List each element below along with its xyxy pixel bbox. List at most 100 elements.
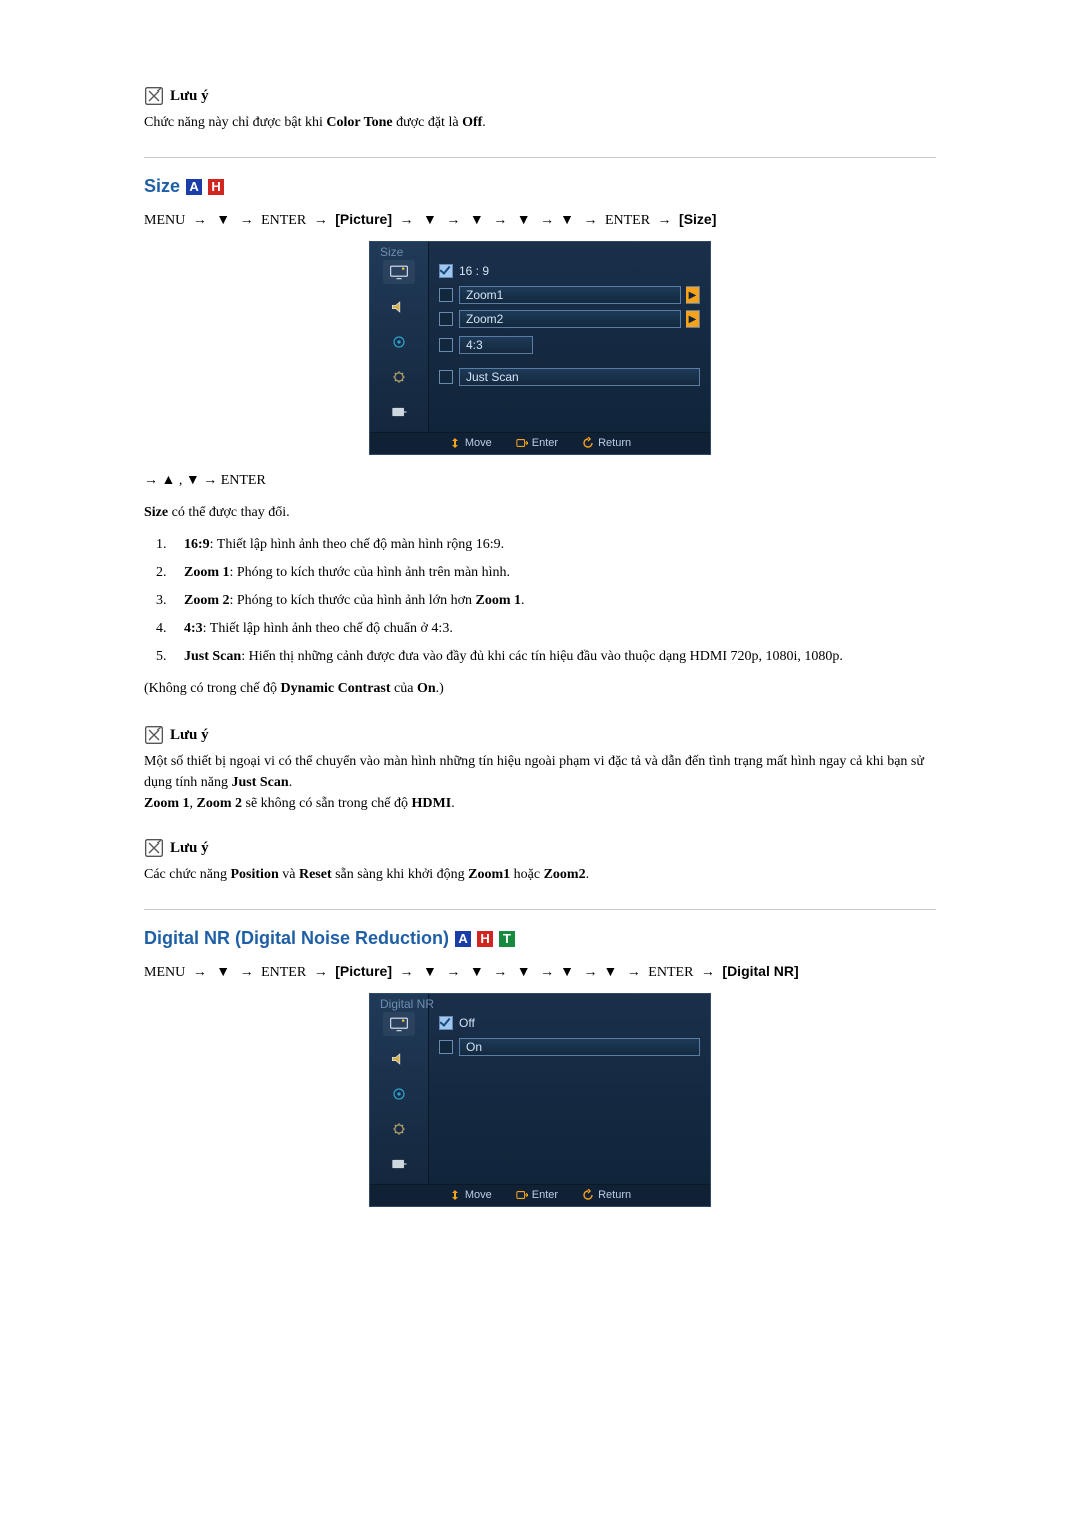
down-icon: ▼ xyxy=(468,213,486,228)
text-bold: Zoom 1 xyxy=(476,593,522,608)
osd-more-icon[interactable]: ▶ xyxy=(686,310,700,328)
osd-check-off-icon xyxy=(439,1040,453,1054)
menu-step: ENTER xyxy=(261,965,306,980)
osd-check-on-icon xyxy=(439,1016,453,1030)
down-icon: ▼ xyxy=(558,965,576,980)
arrow-icon: → xyxy=(442,213,464,228)
osd-side-nav xyxy=(370,242,429,432)
down-icon: ▼ xyxy=(468,965,486,980)
osd-footer-label: Return xyxy=(598,437,631,449)
item-name: Zoom 2 xyxy=(184,593,230,608)
body-text: (Không có trong chế độ Dynamic Contrast … xyxy=(144,681,936,697)
section-title-size: Size A H xyxy=(144,176,936,197)
osd-side-input-icon[interactable] xyxy=(383,400,415,424)
osd-side-channel-icon[interactable] xyxy=(383,1082,415,1106)
item-name: Just Scan xyxy=(184,649,241,664)
text-bold: Reset xyxy=(299,867,332,882)
osd-side-input-icon[interactable] xyxy=(383,1152,415,1176)
osd-footer: Move Enter Return xyxy=(370,432,710,454)
text: .) xyxy=(436,681,444,696)
divider xyxy=(144,909,936,910)
osd-side-channel-icon[interactable] xyxy=(383,330,415,354)
arrow-icon: → xyxy=(536,965,558,980)
text: Chức năng này chỉ được bật khi xyxy=(144,115,326,130)
item-desc: : Phóng to kích thước của hình ảnh lớn h… xyxy=(230,593,476,608)
osd-panel-size: Size xyxy=(369,241,711,455)
down-icon: ▼ xyxy=(601,965,619,980)
text: được đặt là xyxy=(393,115,462,130)
down-icon: ▼ xyxy=(558,213,576,228)
item-desc: : Hiển thị những cảnh được đưa vào đầy đ… xyxy=(241,649,843,664)
osd-option-row[interactable]: Zoom2 ▶ xyxy=(439,310,700,328)
arrow-icon: → xyxy=(189,965,211,980)
osd-option-row[interactable]: On xyxy=(439,1038,700,1056)
osd-footer-label: Enter xyxy=(532,437,558,449)
text: . xyxy=(586,867,590,882)
text: Các chức năng xyxy=(144,867,231,882)
text: của xyxy=(391,681,417,696)
menu-step: ENTER xyxy=(261,213,306,228)
text-bold: Color Tone xyxy=(326,115,392,130)
osd-side-picture-icon[interactable] xyxy=(383,1012,415,1036)
osd-option-row[interactable]: 16 : 9 xyxy=(439,262,700,280)
mode-badge-a: A xyxy=(455,931,471,947)
osd-more-icon[interactable]: ▶ xyxy=(686,286,700,304)
text: (Không có trong chế độ xyxy=(144,681,280,696)
text-bold: Zoom2 xyxy=(544,867,586,882)
note-label: Lưu ý xyxy=(170,840,209,857)
text-bold: Size xyxy=(144,505,168,520)
text: . xyxy=(289,775,293,790)
down-icon: ▼ xyxy=(214,965,232,980)
osd-side-picture-icon[interactable] xyxy=(383,260,415,284)
option-list: 16:9: Thiết lập hình ảnh theo chế độ màn… xyxy=(170,537,936,665)
mode-badge-a: A xyxy=(186,179,202,195)
osd-footer-label: Move xyxy=(465,437,492,449)
text-bold: HDMI xyxy=(412,796,452,811)
osd-side-setup-icon[interactable] xyxy=(383,365,415,389)
section-title-text: Size xyxy=(144,176,180,197)
osd-options: 16 : 9 Zoom1 ▶ Zoom2 ▶ 4:3 xyxy=(429,242,710,432)
osd-option-label: Zoom1 xyxy=(459,286,681,304)
osd-panel-digital-nr: Digital NR xyxy=(369,993,711,1207)
text-bold: Zoom1 xyxy=(468,867,510,882)
note-body: Các chức năng Position và Reset sẵn sàng… xyxy=(144,864,936,885)
osd-side-sound-icon[interactable] xyxy=(383,1047,415,1071)
menu-path: MENU → ▼ → ENTER → [Picture] → ▼ → ▼ → ▼… xyxy=(144,211,936,229)
arrow-icon: → xyxy=(623,965,645,980)
text-bold: Dynamic Contrast xyxy=(280,681,390,696)
osd-side-sound-icon[interactable] xyxy=(383,295,415,319)
osd-option-label: 16 : 9 xyxy=(459,262,700,280)
body-text: Size có thể được thay đổi. xyxy=(144,505,936,521)
list-item: 16:9: Thiết lập hình ảnh theo chế độ màn… xyxy=(170,537,936,553)
osd-check-off-icon xyxy=(439,312,453,326)
text: . xyxy=(482,115,486,130)
item-name: Zoom 1 xyxy=(184,565,230,580)
arrow-icon: → xyxy=(579,213,601,228)
down-icon: ▼ xyxy=(515,965,533,980)
text-bold: On xyxy=(417,681,436,696)
osd-footer-label: Enter xyxy=(532,1189,558,1201)
mode-badge-h: H xyxy=(208,179,224,195)
note-icon xyxy=(144,838,164,858)
osd-check-on-icon xyxy=(439,264,453,278)
osd-option-row[interactable]: 4:3 xyxy=(439,336,700,354)
osd-side-setup-icon[interactable] xyxy=(383,1117,415,1141)
menu-step: ENTER xyxy=(605,213,650,228)
osd-option-row[interactable]: Off xyxy=(439,1014,700,1032)
osd-footer-enter: Enter xyxy=(516,437,558,449)
menu-path: MENU → ▼ → ENTER → [Picture] → ▼ → ▼ → ▼… xyxy=(144,963,936,981)
osd-title: Digital NR xyxy=(380,997,434,1011)
arrow-icon: → xyxy=(396,965,418,980)
list-item: Just Scan: Hiển thị những cảnh được đưa … xyxy=(170,649,936,665)
menu-step: MENU xyxy=(144,965,185,980)
menu-step-bold: [Picture] xyxy=(335,211,392,227)
osd-check-off-icon xyxy=(439,338,453,352)
text: hoặc xyxy=(510,867,543,882)
text: sẽ không có sẵn trong chế độ xyxy=(242,796,412,811)
osd-footer-enter: Enter xyxy=(516,1189,558,1201)
osd-option-row[interactable]: Zoom1 ▶ xyxy=(439,286,700,304)
osd-option-row[interactable]: Just Scan xyxy=(439,368,700,386)
osd-option-label: Zoom2 xyxy=(459,310,681,328)
osd-option-label: Off xyxy=(459,1014,700,1032)
arrow-icon: → xyxy=(489,965,511,980)
